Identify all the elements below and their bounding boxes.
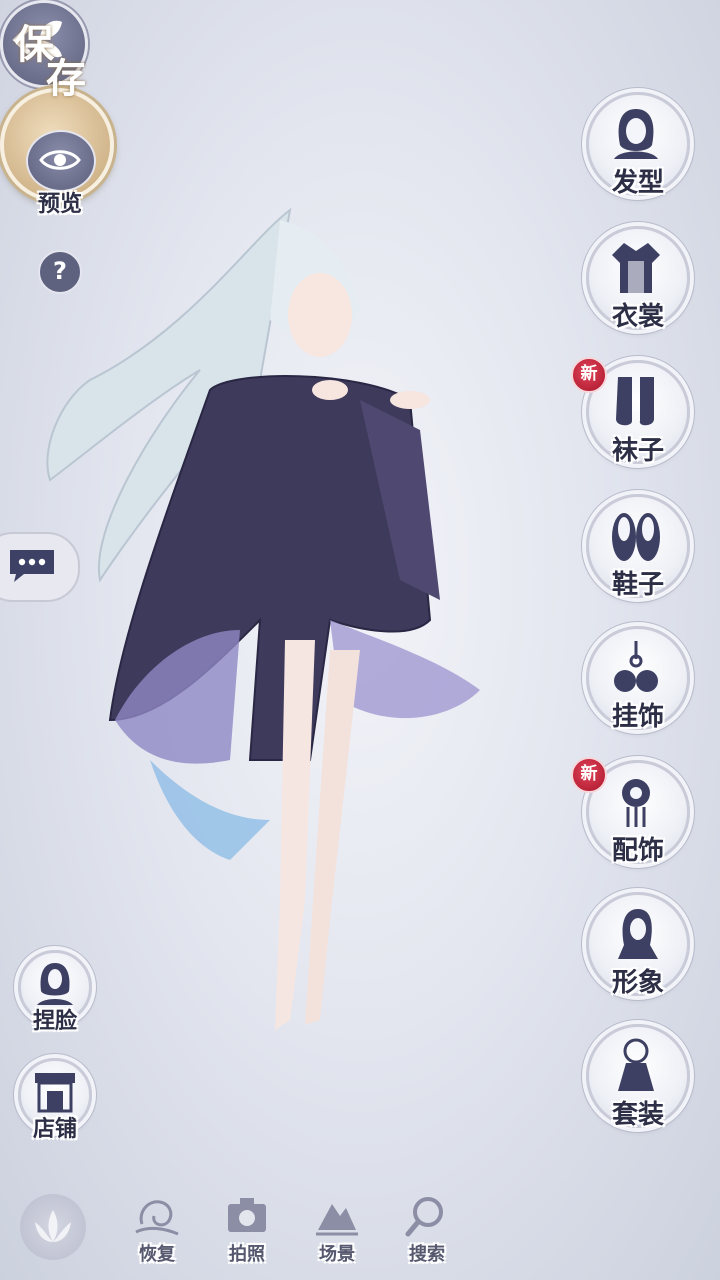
- shoes-icon: [612, 513, 660, 561]
- accessory-icon: [622, 779, 650, 827]
- photo-button[interactable]: 拍照: [212, 1194, 282, 1265]
- menu-label: 袜子: [611, 436, 664, 466]
- search-icon: [405, 1197, 443, 1237]
- restore-button[interactable]: 恢复: [122, 1194, 192, 1265]
- menu-hairstyle-button[interactable]: 发型: [586, 92, 690, 198]
- menu-socks-button[interactable]: 新 袜子: [571, 357, 690, 466]
- hairstyle-icon: [614, 109, 658, 159]
- camera-icon: [228, 1198, 266, 1232]
- preview-label: 预览: [37, 191, 82, 217]
- socks-icon: [616, 377, 654, 426]
- menu-outfit-set-button[interactable]: 套装: [586, 1024, 690, 1130]
- menu-shoes-button[interactable]: 鞋子: [586, 494, 690, 600]
- menu-label: 挂饰: [611, 702, 664, 732]
- pendant-icon: [614, 641, 658, 692]
- shop-icon: [35, 1073, 75, 1113]
- help-button[interactable]: ?: [38, 250, 82, 294]
- shop-label: 店铺: [32, 1116, 77, 1142]
- search-button[interactable]: 搜索: [392, 1194, 462, 1265]
- help-icon: ?: [53, 257, 67, 285]
- scene-label: 场景: [319, 1244, 355, 1265]
- eye-icon: [39, 150, 81, 170]
- clothes-icon: [612, 243, 660, 293]
- face-edit-label: 捏脸: [32, 1008, 77, 1034]
- preview-button[interactable]: 预览: [26, 130, 96, 217]
- menu-label: 鞋子: [611, 570, 664, 600]
- appearance-icon: [618, 909, 658, 959]
- menu-accessory-button[interactable]: 新 配饰: [571, 757, 690, 866]
- photo-label: 拍照: [229, 1244, 265, 1265]
- chat-button[interactable]: [0, 532, 80, 602]
- chat-bubble-icon: [10, 550, 54, 582]
- menu-appearance-button[interactable]: 形象: [586, 892, 690, 998]
- menu-pendant-button[interactable]: 挂饰: [586, 626, 690, 732]
- shop-button[interactable]: 店铺: [18, 1058, 92, 1142]
- restore-label: 恢复: [139, 1244, 175, 1265]
- lotus-logo[interactable]: [20, 1194, 86, 1260]
- save-label-char2: 存: [46, 55, 86, 102]
- menu-label: 衣裳: [611, 302, 664, 332]
- face-edit-icon: [37, 963, 73, 1005]
- menu-label: 发型: [611, 168, 664, 198]
- scene-button[interactable]: 场景: [302, 1194, 372, 1265]
- new-badge: 新: [571, 357, 607, 393]
- restore-icon: [135, 1200, 179, 1236]
- menu-label: 形象: [611, 968, 664, 998]
- menu-clothes-button[interactable]: 衣裳: [586, 226, 690, 332]
- lotus-icon: [35, 1210, 71, 1242]
- menu-label: 套装: [611, 1100, 664, 1130]
- menu-label: 配饰: [611, 836, 664, 866]
- scene-icon: [316, 1204, 358, 1236]
- face-edit-button[interactable]: 捏脸: [18, 950, 92, 1034]
- character-model: [46, 207, 480, 1030]
- search-label: 搜索: [409, 1244, 445, 1265]
- outfit-set-icon: [618, 1038, 654, 1091]
- new-badge: 新: [571, 757, 607, 793]
